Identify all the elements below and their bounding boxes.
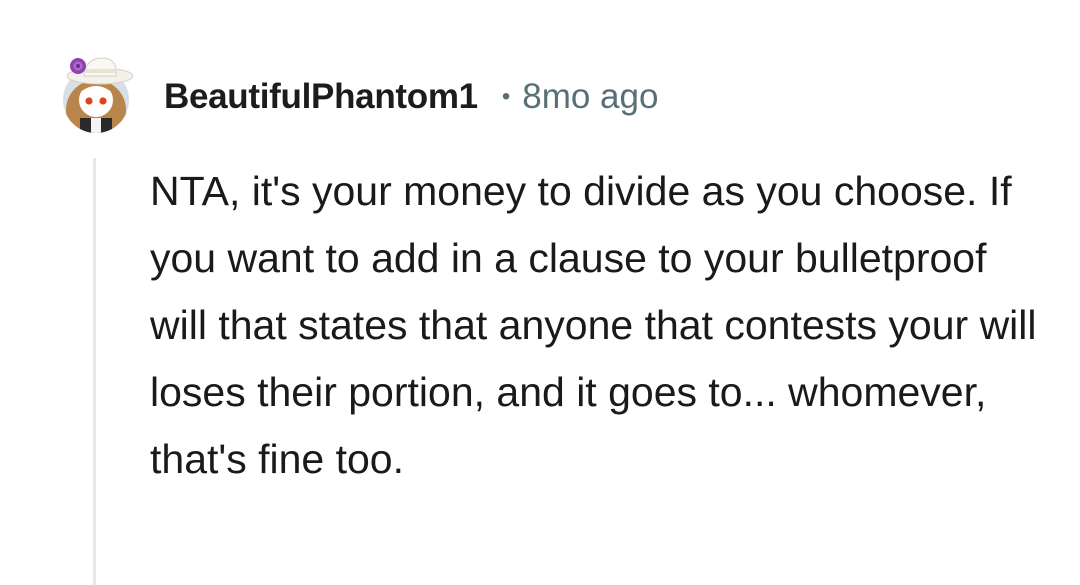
- comment: BeautifulPhantom1 • 8mo ago NTA, it's yo…: [0, 0, 1080, 585]
- comment-timestamp[interactable]: 8mo ago: [522, 77, 658, 117]
- thread-line[interactable]: [93, 158, 96, 585]
- meta-separator: •: [501, 83, 511, 110]
- author-username[interactable]: BeautifulPhantom1: [164, 77, 478, 117]
- snoo-avatar-icon[interactable]: [56, 52, 136, 134]
- comment-body: NTA, it's your money to divide as you ch…: [150, 168, 1037, 482]
- comment-meta: BeautifulPhantom1 • 8mo ago: [164, 74, 658, 120]
